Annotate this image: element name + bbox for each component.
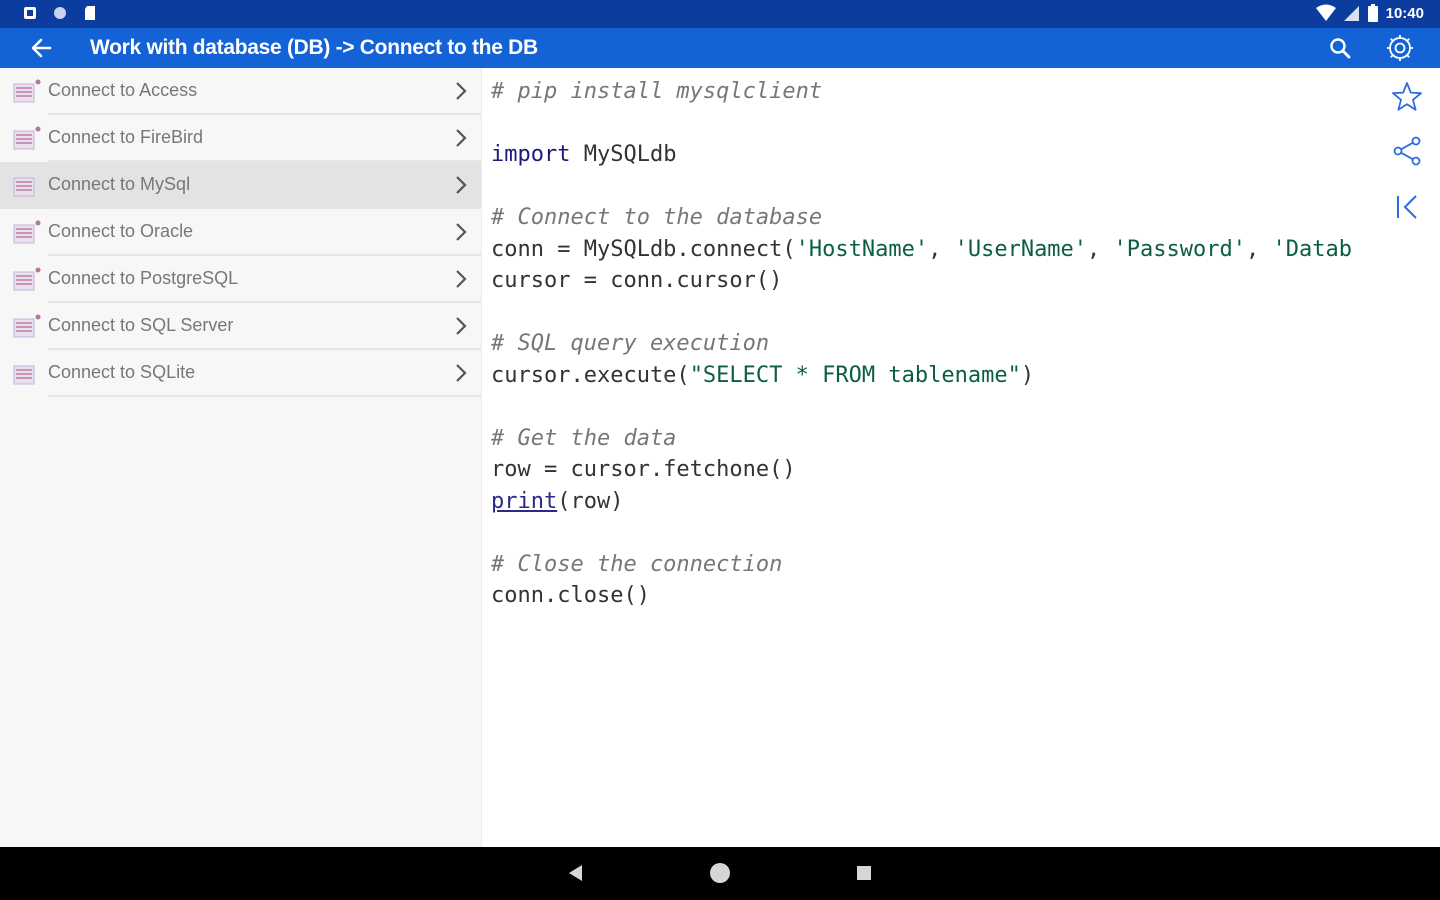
divider	[48, 395, 481, 397]
code-line: import MySQLdb	[491, 142, 677, 167]
list-item-sqlite[interactable]: Connect to SQLite	[0, 350, 481, 397]
code-line: conn.close()	[491, 583, 650, 608]
code-line: print(row)	[491, 488, 624, 514]
search-icon[interactable]	[1326, 34, 1354, 62]
chevron-right-icon	[456, 82, 467, 100]
list-item-postgresql[interactable]: Connect to PostgreSQL	[0, 256, 481, 303]
code-line: # Connect to the database	[491, 205, 823, 230]
code-line: # Close the connection	[491, 551, 783, 577]
home-circle-icon[interactable]	[708, 861, 732, 885]
status-bar: 10:40	[0, 0, 1440, 28]
wifi-icon	[1315, 4, 1336, 21]
battery-icon	[1367, 4, 1378, 22]
share-icon[interactable]	[1390, 134, 1424, 168]
collapse-icon[interactable]	[1390, 190, 1424, 224]
circle-icon	[54, 7, 66, 19]
chevron-right-icon	[456, 176, 467, 194]
code-viewer[interactable]: # pip install mysqlclient import MySQLdb…	[482, 68, 1440, 847]
list-item-access[interactable]: Connect to Access	[0, 68, 481, 115]
list-item-label: Connect to MySql	[48, 174, 191, 194]
database-icon	[13, 220, 41, 244]
page-title: Work with database (DB) -> Connect to th…	[90, 36, 538, 59]
database-icon	[13, 365, 35, 385]
star-icon[interactable]	[1390, 80, 1424, 114]
chevron-right-icon	[456, 223, 467, 241]
code-line: # SQL query execution	[491, 331, 770, 356]
chevron-right-icon	[456, 364, 467, 382]
gear-icon[interactable]	[1384, 32, 1416, 64]
signal-icon	[1343, 6, 1359, 21]
system-nav-bar	[0, 847, 1440, 900]
back-arrow-icon[interactable]	[28, 34, 56, 62]
status-time: 10:40	[1385, 4, 1424, 22]
database-icon	[13, 126, 41, 150]
app-bar: Work with database (DB) -> Connect to th…	[0, 28, 1440, 68]
database-icon	[13, 79, 41, 103]
list-item-label: Connect to Access	[48, 80, 198, 100]
list-item-oracle[interactable]: Connect to Oracle	[0, 209, 481, 256]
code-line: # Get the data	[491, 425, 677, 451]
list-item-sql-server[interactable]: Connect to SQL Server	[0, 303, 481, 350]
list-item-label: Connect to SQLite	[48, 362, 196, 382]
code-line: cursor.execute("SELECT * FROM tablename"…	[491, 362, 1035, 388]
list-item-label: Connect to Oracle	[48, 221, 194, 241]
topic-list: Connect to Access Connect to FireBird Co…	[0, 68, 482, 847]
recents-square-icon[interactable]	[852, 861, 876, 885]
database-icon	[13, 314, 41, 338]
back-triangle-icon[interactable]	[564, 861, 588, 885]
database-icon	[13, 267, 41, 291]
chevron-right-icon	[456, 129, 467, 147]
code-line: conn = MySQLdb.connect('HostName', 'User…	[491, 236, 1352, 262]
database-icon	[13, 177, 35, 197]
code-line: row = cursor.fetchone()	[491, 457, 796, 482]
notification-icon	[24, 7, 36, 19]
sd-card-icon	[85, 6, 95, 20]
code-line: cursor = conn.cursor()	[491, 268, 783, 293]
list-item-mysql[interactable]: Connect to MySql	[0, 162, 481, 209]
code-line: # pip install mysqlclient	[491, 79, 823, 104]
chevron-right-icon	[456, 317, 467, 335]
chevron-right-icon	[456, 270, 467, 288]
list-item-firebird[interactable]: Connect to FireBird	[0, 115, 481, 162]
list-item-label: Connect to FireBird	[48, 127, 204, 147]
list-item-label: Connect to SQL Server	[48, 315, 234, 335]
code-block: # pip install mysqlclient import MySQLdb…	[491, 76, 1352, 612]
list-item-label: Connect to PostgreSQL	[48, 268, 239, 288]
